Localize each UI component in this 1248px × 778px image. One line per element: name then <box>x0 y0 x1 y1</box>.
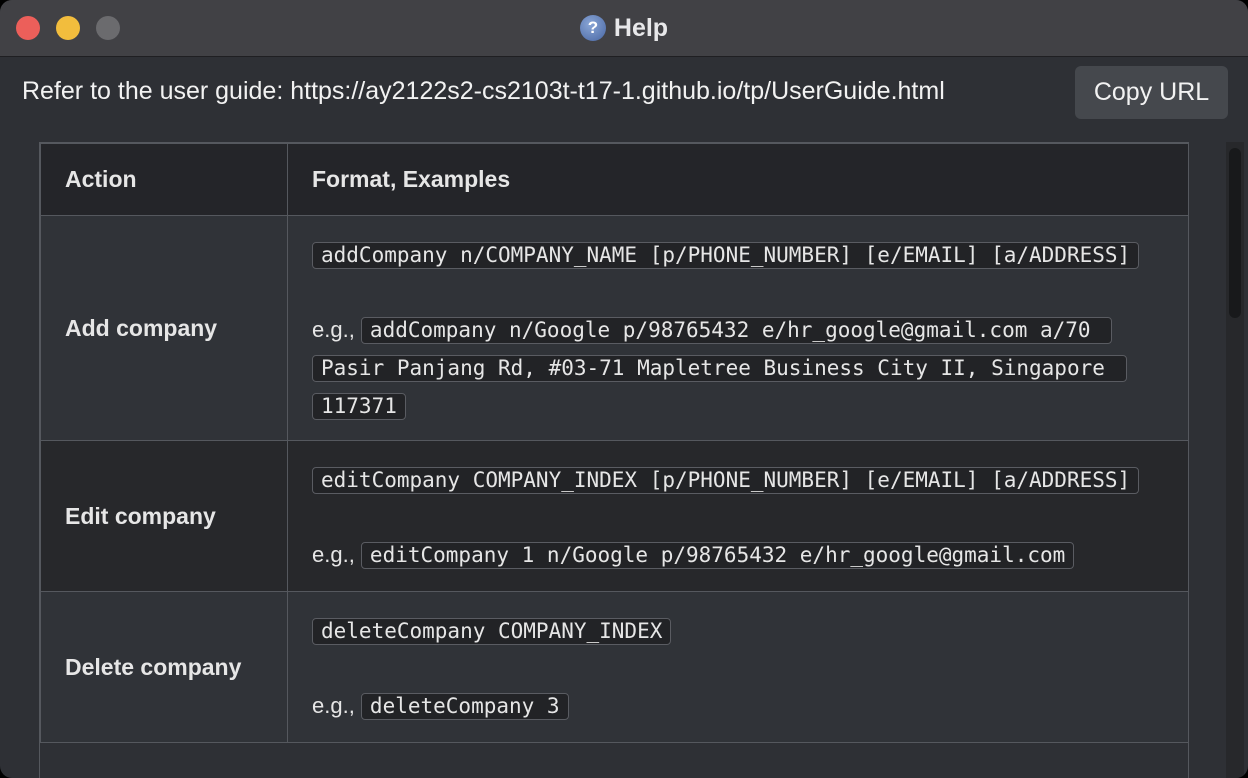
copy-url-button[interactable]: Copy URL <box>1075 66 1228 119</box>
format-cell: editCompany COMPANY_INDEX [p/PHONE_NUMBE… <box>287 440 1188 592</box>
format-code: editCompany COMPANY_INDEX [p/PHONE_NUMBE… <box>312 467 1140 494</box>
example-prefix: e.g., <box>312 542 361 567</box>
example-code: deleteCompany 3 <box>360 693 569 720</box>
column-header-format: Format, Examples <box>287 143 1188 216</box>
action-cell: Delete company <box>40 591 288 743</box>
vertical-scrollbar[interactable] <box>1226 142 1244 778</box>
example-prefix: e.g., <box>312 317 361 342</box>
question-mark-icon: ? <box>579 15 606 41</box>
format-code: addCompany n/COMPANY_NAME [p/PHONE_NUMBE… <box>312 242 1140 269</box>
column-header-action: Action <box>40 143 288 216</box>
scrollbar-thumb[interactable] <box>1229 148 1241 318</box>
example-code: editCompany 1 n/Google p/98765432 e/hr_g… <box>360 542 1075 569</box>
table-row: Delete company deleteCompany COMPANY_IND… <box>40 591 1188 743</box>
help-window: ? Help Refer to the user guide: https://… <box>0 0 1248 778</box>
example-prefix: e.g., <box>312 693 361 718</box>
table-row: Add company addCompany n/COMPANY_NAME [p… <box>40 215 1188 441</box>
title-bar: ? Help <box>0 0 1248 57</box>
user-guide-text: Refer to the user guide: https://ay2122s… <box>22 77 945 105</box>
example-code: addCompany n/Google p/98765432 e/hr_goog… <box>312 317 1127 420</box>
action-cell: Add company <box>40 215 288 441</box>
format-cell: deleteCompany COMPANY_INDEX e.g., delete… <box>287 591 1188 743</box>
url-bar: Refer to the user guide: https://ay2122s… <box>0 57 1248 129</box>
command-table-container[interactable]: Action Format, Examples Add company addC… <box>39 142 1189 778</box>
command-table: Action Format, Examples Add company addC… <box>40 143 1188 743</box>
window-title-group: ? Help <box>0 0 1248 56</box>
format-code: deleteCompany COMPANY_INDEX <box>312 618 672 645</box>
format-cell: addCompany n/COMPANY_NAME [p/PHONE_NUMBE… <box>287 215 1188 441</box>
table-header-row: Action Format, Examples <box>40 143 1188 216</box>
action-cell: Edit company <box>40 440 288 592</box>
window-title: Help <box>613 13 669 42</box>
table-row: Edit company editCompany COMPANY_INDEX [… <box>40 440 1188 592</box>
